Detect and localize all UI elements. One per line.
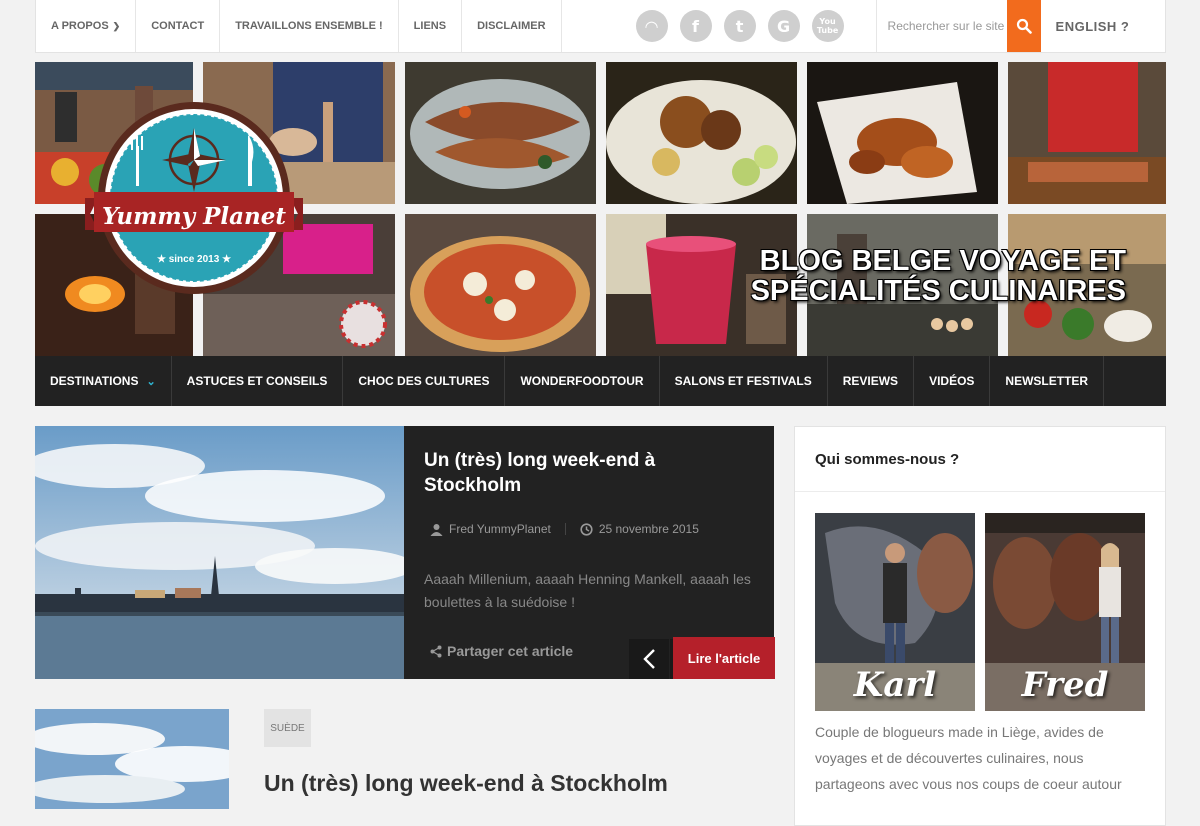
divider bbox=[795, 491, 1165, 492]
person-name: Fred bbox=[1021, 665, 1109, 705]
nav-label: Salons et festivals bbox=[674, 374, 812, 388]
social-links: ◠ f t G You Tube bbox=[635, 0, 844, 52]
rss-icon[interactable]: ◠ bbox=[635, 10, 668, 42]
about-text: Couple de blogueurs made in Liège, avide… bbox=[815, 724, 1122, 792]
google-plus-icon[interactable]: G bbox=[767, 10, 800, 42]
nav-label: Destinations bbox=[50, 374, 139, 388]
nav-salons-festivals[interactable]: Salons et festivals bbox=[660, 356, 828, 406]
banner-tagline: BLOG BELGE VOYAGE ET SPÉCIALITÉS CULINAI… bbox=[751, 246, 1126, 306]
meta-divider bbox=[564, 523, 566, 535]
person-name: Karl bbox=[853, 665, 937, 705]
main-nav: Destinations ⌄ Astuces et conseils Choc d… bbox=[35, 356, 1166, 406]
banner-photo-pizza bbox=[405, 214, 596, 356]
category-tag[interactable]: SUÈDE bbox=[264, 709, 311, 747]
header-banner: Yummy Planet ★ since 2013 ★ BLOG BELGE V… bbox=[35, 62, 1166, 356]
featured-excerpt: Aaaah Millenium, aaaah Henning Mankell, … bbox=[424, 571, 751, 610]
nav-destinations[interactable]: Destinations ⌄ bbox=[35, 356, 172, 406]
clock-icon bbox=[580, 522, 593, 536]
nav-label: Reviews bbox=[842, 374, 899, 388]
featured-author[interactable]: Fred YummyPlanet bbox=[449, 522, 551, 536]
nav-choc-cultures[interactable]: Choc des cultures bbox=[343, 356, 506, 406]
share-icon bbox=[430, 645, 442, 657]
chevron-down-icon: ⌄ bbox=[146, 375, 156, 388]
post-thumbnail[interactable] bbox=[35, 709, 229, 809]
logo-name: Yummy Planet bbox=[102, 203, 286, 230]
top-nav: A propos ❯ Contact Travaillons ensemble !… bbox=[36, 0, 562, 52]
featured-date: 25 novembre 2015 bbox=[598, 522, 699, 536]
facebook-icon[interactable]: f bbox=[679, 10, 712, 42]
featured-title[interactable]: Un (très) long week-end à Stockholm bbox=[424, 448, 714, 498]
top-nav-travaillons[interactable]: Travaillons ensemble ! bbox=[220, 0, 399, 52]
banner-photo-butcher bbox=[1008, 62, 1166, 204]
top-nav-label: Travaillons ensemble ! bbox=[235, 20, 383, 32]
sidebar-title: Qui sommes-nous ? bbox=[815, 451, 960, 468]
tagline-line-1: BLOG BELGE VOYAGE ET bbox=[759, 245, 1126, 277]
twitter-icon[interactable]: t bbox=[723, 10, 756, 42]
top-nav-label: Disclaimer bbox=[477, 20, 546, 32]
nav-reviews[interactable]: Reviews bbox=[828, 356, 915, 406]
english-link[interactable]: ENGLISH ? bbox=[1041, 0, 1130, 52]
nav-label: Wonderfoodtour bbox=[520, 374, 644, 388]
top-nav-disclaimer[interactable]: Disclaimer bbox=[462, 0, 562, 52]
search-button[interactable] bbox=[1006, 0, 1041, 52]
nav-label: Newsletter bbox=[1005, 374, 1089, 388]
sidebar-about: Qui sommes-nous ? Karl Fred Couple de bl… bbox=[794, 426, 1166, 826]
logo-since: ★ since 2013 ★ bbox=[157, 254, 231, 265]
youtube-icon[interactable]: You Tube bbox=[811, 10, 844, 42]
featured-slider: Un (très) long week-end à Stockholm Fred… bbox=[35, 426, 774, 679]
nav-label: Vidéos bbox=[929, 374, 975, 388]
yummy-planet-logo[interactable]: Yummy Planet ★ since 2013 ★ bbox=[85, 100, 303, 300]
banner-photo-fried-food bbox=[807, 62, 998, 204]
photo-fred: Fred bbox=[985, 513, 1145, 711]
user-icon bbox=[430, 523, 443, 536]
read-article-button[interactable]: Lire l'article bbox=[673, 637, 775, 679]
nav-videos[interactable]: Vidéos bbox=[914, 356, 991, 406]
chevron-left-icon bbox=[643, 649, 655, 669]
photo-karl: Karl bbox=[815, 513, 975, 711]
search-icon bbox=[1016, 18, 1032, 34]
nav-label: Astuces et conseils bbox=[186, 374, 328, 388]
featured-image[interactable] bbox=[35, 426, 404, 679]
search-box bbox=[875, 0, 1041, 52]
nav-astuces[interactable]: Astuces et conseils bbox=[172, 356, 344, 406]
search-input[interactable] bbox=[876, 0, 1007, 52]
nav-wonderfoodtour[interactable]: Wonderfoodtour bbox=[505, 356, 660, 406]
share-label: Partager cet article bbox=[447, 643, 574, 659]
top-nav-label: Liens bbox=[413, 20, 447, 32]
top-nav-label: Contact bbox=[151, 20, 205, 32]
banner-photo-plate bbox=[606, 62, 797, 204]
top-nav-label: A propos bbox=[51, 20, 109, 32]
chevron-down-icon: ❯ bbox=[112, 20, 121, 31]
nav-newsletter[interactable]: Newsletter bbox=[990, 356, 1105, 406]
top-nav-liens[interactable]: Liens bbox=[399, 0, 463, 52]
top-nav-a-propos[interactable]: A propos ❯ bbox=[36, 0, 137, 52]
banner-photo-grilled-fish bbox=[405, 62, 596, 204]
top-bar: A propos ❯ Contact Travaillons ensemble !… bbox=[35, 0, 1166, 53]
nav-label: Choc des cultures bbox=[358, 374, 490, 388]
slider-prev-button[interactable] bbox=[629, 639, 669, 679]
post-title[interactable]: Un (très) long week-end à Stockholm bbox=[264, 770, 668, 797]
share-article-button[interactable]: Partager cet article bbox=[430, 643, 573, 659]
tagline-line-2: SPÉCIALITÉS CULINAIRES bbox=[750, 275, 1126, 307]
featured-meta: Fred YummyPlanet 25 novembre 2015 bbox=[430, 522, 699, 536]
top-nav-contact[interactable]: Contact bbox=[136, 0, 221, 52]
